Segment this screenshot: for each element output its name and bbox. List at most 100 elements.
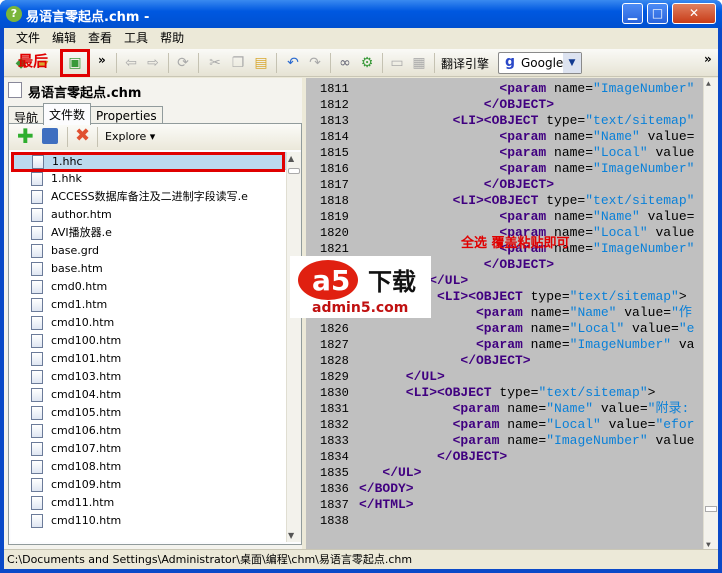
file-list-item[interactable]: base.htm	[11, 260, 287, 278]
code-scrollbar[interactable]: ▲ ▼	[703, 78, 718, 552]
code-token: <LI><OBJECT	[452, 113, 539, 128]
toolbar-overflow-right[interactable]: »	[704, 52, 712, 66]
code-token: <LI><OBJECT	[437, 289, 523, 304]
file-list-item[interactable]: cmd10.htm	[11, 314, 287, 332]
scroll-down-icon[interactable]: ▼	[288, 531, 294, 540]
redo-icon[interactable]: ↷	[306, 54, 324, 72]
separator	[198, 53, 199, 73]
undo-icon[interactable]: ↶	[284, 54, 302, 72]
code-token: "附录:	[647, 401, 690, 416]
maximize-button[interactable]: □	[647, 3, 668, 24]
delete-icon[interactable]: ✖	[75, 126, 90, 146]
file-list-item[interactable]: 1.hhk	[11, 170, 287, 188]
file-list-item[interactable]: cmd101.htm	[11, 350, 287, 368]
scroll-thumb[interactable]	[288, 168, 300, 174]
tab-bar: 导航 文件数 Properties	[8, 103, 163, 125]
code-token: value=	[639, 209, 695, 224]
code-token: name=	[554, 129, 594, 144]
copy-icon[interactable]: ❐	[229, 54, 247, 72]
code-token: name=	[530, 321, 570, 336]
chevron-down-icon[interactable]: ▼	[563, 53, 581, 73]
add-icon[interactable]: ✚	[17, 126, 34, 146]
explore-button[interactable]: Explore ▾	[105, 130, 155, 143]
file-list-item[interactable]: cmd1.htm	[11, 296, 287, 314]
file-icon	[31, 496, 43, 510]
toolbar-overflow[interactable]: »	[98, 53, 106, 67]
file-name: AVI播放器.e	[51, 226, 112, 239]
code-token: </OBJECT>	[483, 97, 555, 112]
line-number: 1827	[320, 338, 349, 352]
close-button[interactable]: ✕	[672, 3, 716, 24]
file-list-item[interactable]: ACCESS数据库备注及二进制字段读写.e	[11, 188, 287, 206]
code-token: </OBJECT>	[483, 257, 555, 272]
replace-icon[interactable]: ⚙	[358, 54, 376, 72]
scroll-up-icon[interactable]: ▲	[706, 80, 711, 89]
code-token: <param	[499, 161, 547, 176]
code-token: <param	[499, 129, 547, 144]
code-token: </OBJECT>	[460, 353, 531, 368]
file-list-item[interactable]: cmd108.htm	[11, 458, 287, 476]
menu-view[interactable]: 查看	[88, 28, 112, 48]
file-list-item[interactable]: cmd106.htm	[11, 422, 287, 440]
separator	[434, 53, 435, 73]
file-list-item[interactable]: cmd105.htm	[11, 404, 287, 422]
highlight-box	[60, 49, 90, 77]
file-list-item[interactable]: AVI播放器.e	[11, 224, 287, 242]
forward-icon[interactable]: ⇨	[144, 54, 162, 72]
image-icon[interactable]: ▭	[388, 54, 406, 72]
google-icon: g	[505, 54, 516, 70]
status-bar: C:\Documents and Settings\Administrator\…	[4, 549, 718, 569]
title-bar: ? 易语言零起点.chm - ▁ □ ✕	[0, 0, 722, 28]
paste-icon[interactable]: ▤	[252, 54, 270, 72]
menu-help[interactable]: 帮助	[160, 28, 184, 48]
minimize-button[interactable]: ▁	[622, 3, 643, 24]
code-token: value=	[593, 401, 648, 416]
scroll-up-icon[interactable]: ▲	[288, 154, 294, 163]
file-list-item[interactable]: author.htm	[11, 206, 287, 224]
line-content: <param name="ImageNumber"	[499, 81, 694, 97]
code-token: "Name"	[569, 305, 617, 320]
file-list-scrollbar[interactable]: ▲ ▼	[286, 152, 301, 542]
file-list-item[interactable]: cmd100.htm	[11, 332, 287, 350]
file-list-item[interactable]: cmd110.htm	[11, 512, 287, 530]
code-token: <param	[499, 145, 547, 160]
code-token: <param	[452, 417, 500, 432]
cut-icon[interactable]: ✂	[206, 54, 224, 72]
file-list-item[interactable]: cmd0.htm	[11, 278, 287, 296]
find-icon[interactable]: ∞	[336, 54, 354, 72]
code-token: name=	[507, 433, 547, 448]
file-list-item[interactable]: cmd107.htm	[11, 440, 287, 458]
file-icon	[31, 172, 43, 186]
file-list-item[interactable]: cmd104.htm	[11, 386, 287, 404]
menu-edit[interactable]: 编辑	[52, 28, 76, 48]
file-icon	[31, 226, 43, 240]
file-name: cmd101.htm	[51, 352, 122, 365]
line-number: 1837	[320, 498, 349, 512]
engine-select[interactable]: g Google ▼	[498, 52, 582, 74]
file-list-item[interactable]: cmd109.htm	[11, 476, 287, 494]
back-icon[interactable]: ⇦	[122, 54, 140, 72]
save-icon[interactable]	[42, 128, 58, 144]
table-icon[interactable]: ▦	[410, 54, 428, 72]
file-list-item[interactable]: cmd103.htm	[11, 368, 287, 386]
scroll-thumb[interactable]	[705, 506, 717, 512]
line-number: 1831	[320, 402, 349, 416]
menu-file[interactable]: 文件	[16, 28, 40, 48]
menu-tools[interactable]: 工具	[124, 28, 148, 48]
file-icon	[31, 352, 43, 366]
file-icon	[31, 388, 43, 402]
line-content: <param name="Local" value="e	[476, 321, 694, 337]
code-token: </BODY>	[359, 481, 414, 496]
client-area: 文件 编辑 查看 工具 帮助 ◆ ▰ 最后 ▣ » ⇦ ⇨ ⟳ ✂ ❐ ▤ ↶ …	[4, 28, 718, 569]
file-list-item[interactable]: base.grd	[11, 242, 287, 260]
file-icon	[31, 442, 43, 456]
refresh-icon[interactable]: ⟳	[174, 54, 192, 72]
files-panel: ✚ ✖ Explore ▾ 1.hhc 1.hhk ACCESS数据库备注及二进制字…	[8, 123, 302, 545]
tab-files[interactable]: 文件数	[43, 103, 92, 125]
line-content: <param name="Name" value="附录:	[453, 401, 690, 417]
code-token: name=	[507, 401, 547, 416]
line-number: 1832	[320, 418, 349, 432]
code-token: type=	[538, 113, 586, 128]
file-list-item[interactable]: cmd11.htm	[11, 494, 287, 512]
a5-logo-icon: a5 下载 admin5.com	[298, 260, 416, 316]
